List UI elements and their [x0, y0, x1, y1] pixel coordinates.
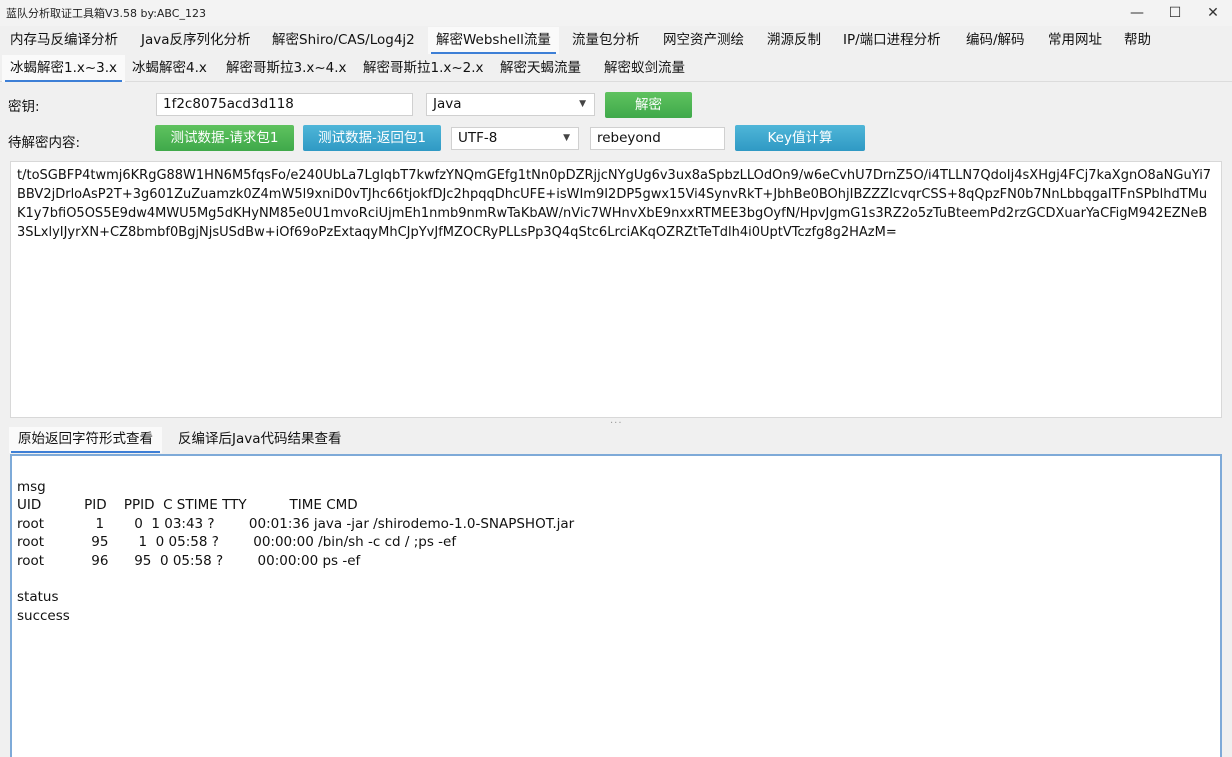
tab-webshell-traffic[interactable]: 解密Webshell流量 — [428, 27, 559, 54]
tab-pcap-analysis[interactable]: 流量包分析 — [564, 27, 648, 54]
subtab-behinder-1-3[interactable]: 冰蝎解密1.x~3.x — [2, 55, 126, 82]
result-line: success — [17, 607, 70, 624]
close-button[interactable]: ✕ — [1190, 0, 1232, 26]
result-line: UID PID PPID C STIME TTY TIME CMD — [17, 497, 358, 514]
subtab-tianxie[interactable]: 解密天蝎流量 — [492, 55, 589, 82]
sub-tab-bar: 冰蝎解密1.x~3.x 冰蝎解密4.x 解密哥斯拉3.x~4.x 解密哥斯拉1.… — [0, 55, 1232, 82]
decrypt-button[interactable]: 解密 — [605, 92, 692, 118]
window-title: 蓝队分析取证工具箱V3.58 by:ABC_123 — [6, 7, 206, 20]
result-line: root 96 95 0 05:58 ? 00:00:00 ps -ef — [17, 552, 361, 569]
language-select-value: Java — [433, 96, 462, 112]
tab-memshell-decompile[interactable]: 内存马反编译分析 — [2, 27, 126, 54]
subtab-godzilla-1-2[interactable]: 解密哥斯拉1.x~2.x — [355, 55, 492, 82]
tab-decompiled-result[interactable]: 反编译后Java代码结果查看 — [169, 427, 351, 453]
tab-help[interactable]: 帮助 — [1116, 27, 1159, 54]
language-select[interactable]: Java ▼ — [426, 93, 595, 116]
result-line: root 95 1 0 05:58 ? 00:00:00 /bin/sh -c … — [17, 534, 457, 551]
tab-common-urls[interactable]: 常用网址 — [1040, 27, 1110, 54]
title-bar: 蓝队分析取证工具箱V3.58 by:ABC_123 — ☐ ✕ — [0, 0, 1232, 26]
tab-java-deserialization[interactable]: Java反序列化分析 — [133, 27, 259, 54]
tab-asset-mapping[interactable]: 网空资产测绘 — [655, 27, 752, 54]
tab-trace-counter[interactable]: 溯源反制 — [759, 27, 829, 54]
tab-shiro-cas-log4j2[interactable]: 解密Shiro/CAS/Log4j2 — [264, 27, 423, 54]
result-line: root 1 0 1 03:43 ? 00:01:36 java -jar /s… — [17, 515, 575, 532]
key-calc-button[interactable]: Key值计算 — [735, 125, 865, 151]
chevron-down-icon: ▼ — [579, 99, 586, 109]
main-tab-bar: 内存马反编译分析 Java反序列化分析 解密Shiro/CAS/Log4j2 解… — [0, 27, 1232, 54]
password-input[interactable]: rebeyond — [590, 127, 725, 150]
subtab-antsword[interactable]: 解密蚁剑流量 — [596, 55, 693, 82]
encoding-select[interactable]: UTF-8 ▼ — [451, 127, 579, 150]
cipher-textarea[interactable]: t/toSGBFP4twmj6KRgG88W1HN6M5fqsFo/e240Ub… — [10, 161, 1222, 418]
result-tab-bar: 原始返回字符形式查看 反编译后Java代码结果查看 — [0, 427, 1232, 453]
subtab-behinder-4[interactable]: 冰蝎解密4.x — [124, 55, 215, 82]
result-line: msg — [17, 479, 46, 495]
subtab-godzilla-3-4[interactable]: 解密哥斯拉3.x~4.x — [218, 55, 355, 82]
tab-ip-port-process[interactable]: IP/端口进程分析 — [835, 27, 949, 54]
tab-encode-decode[interactable]: 编码/解码 — [958, 27, 1033, 54]
result-line — [17, 570, 1215, 588]
tab-raw-result[interactable]: 原始返回字符形式查看 — [9, 427, 162, 453]
result-textarea[interactable]: msg UID PID PPID C STIME TTY TIME CMD ro… — [10, 454, 1222, 757]
key-label: 密钥: — [8, 99, 40, 115]
encoding-select-value: UTF-8 — [458, 130, 498, 146]
key-input[interactable]: 1f2c8075acd3d118 — [156, 93, 413, 116]
result-line: status — [17, 589, 59, 606]
test-request-button[interactable]: 测试数据-请求包1 — [155, 125, 294, 151]
test-response-button[interactable]: 测试数据-返回包1 — [303, 125, 441, 151]
content-label: 待解密内容: — [8, 135, 81, 151]
chevron-down-icon: ▼ — [563, 133, 570, 143]
